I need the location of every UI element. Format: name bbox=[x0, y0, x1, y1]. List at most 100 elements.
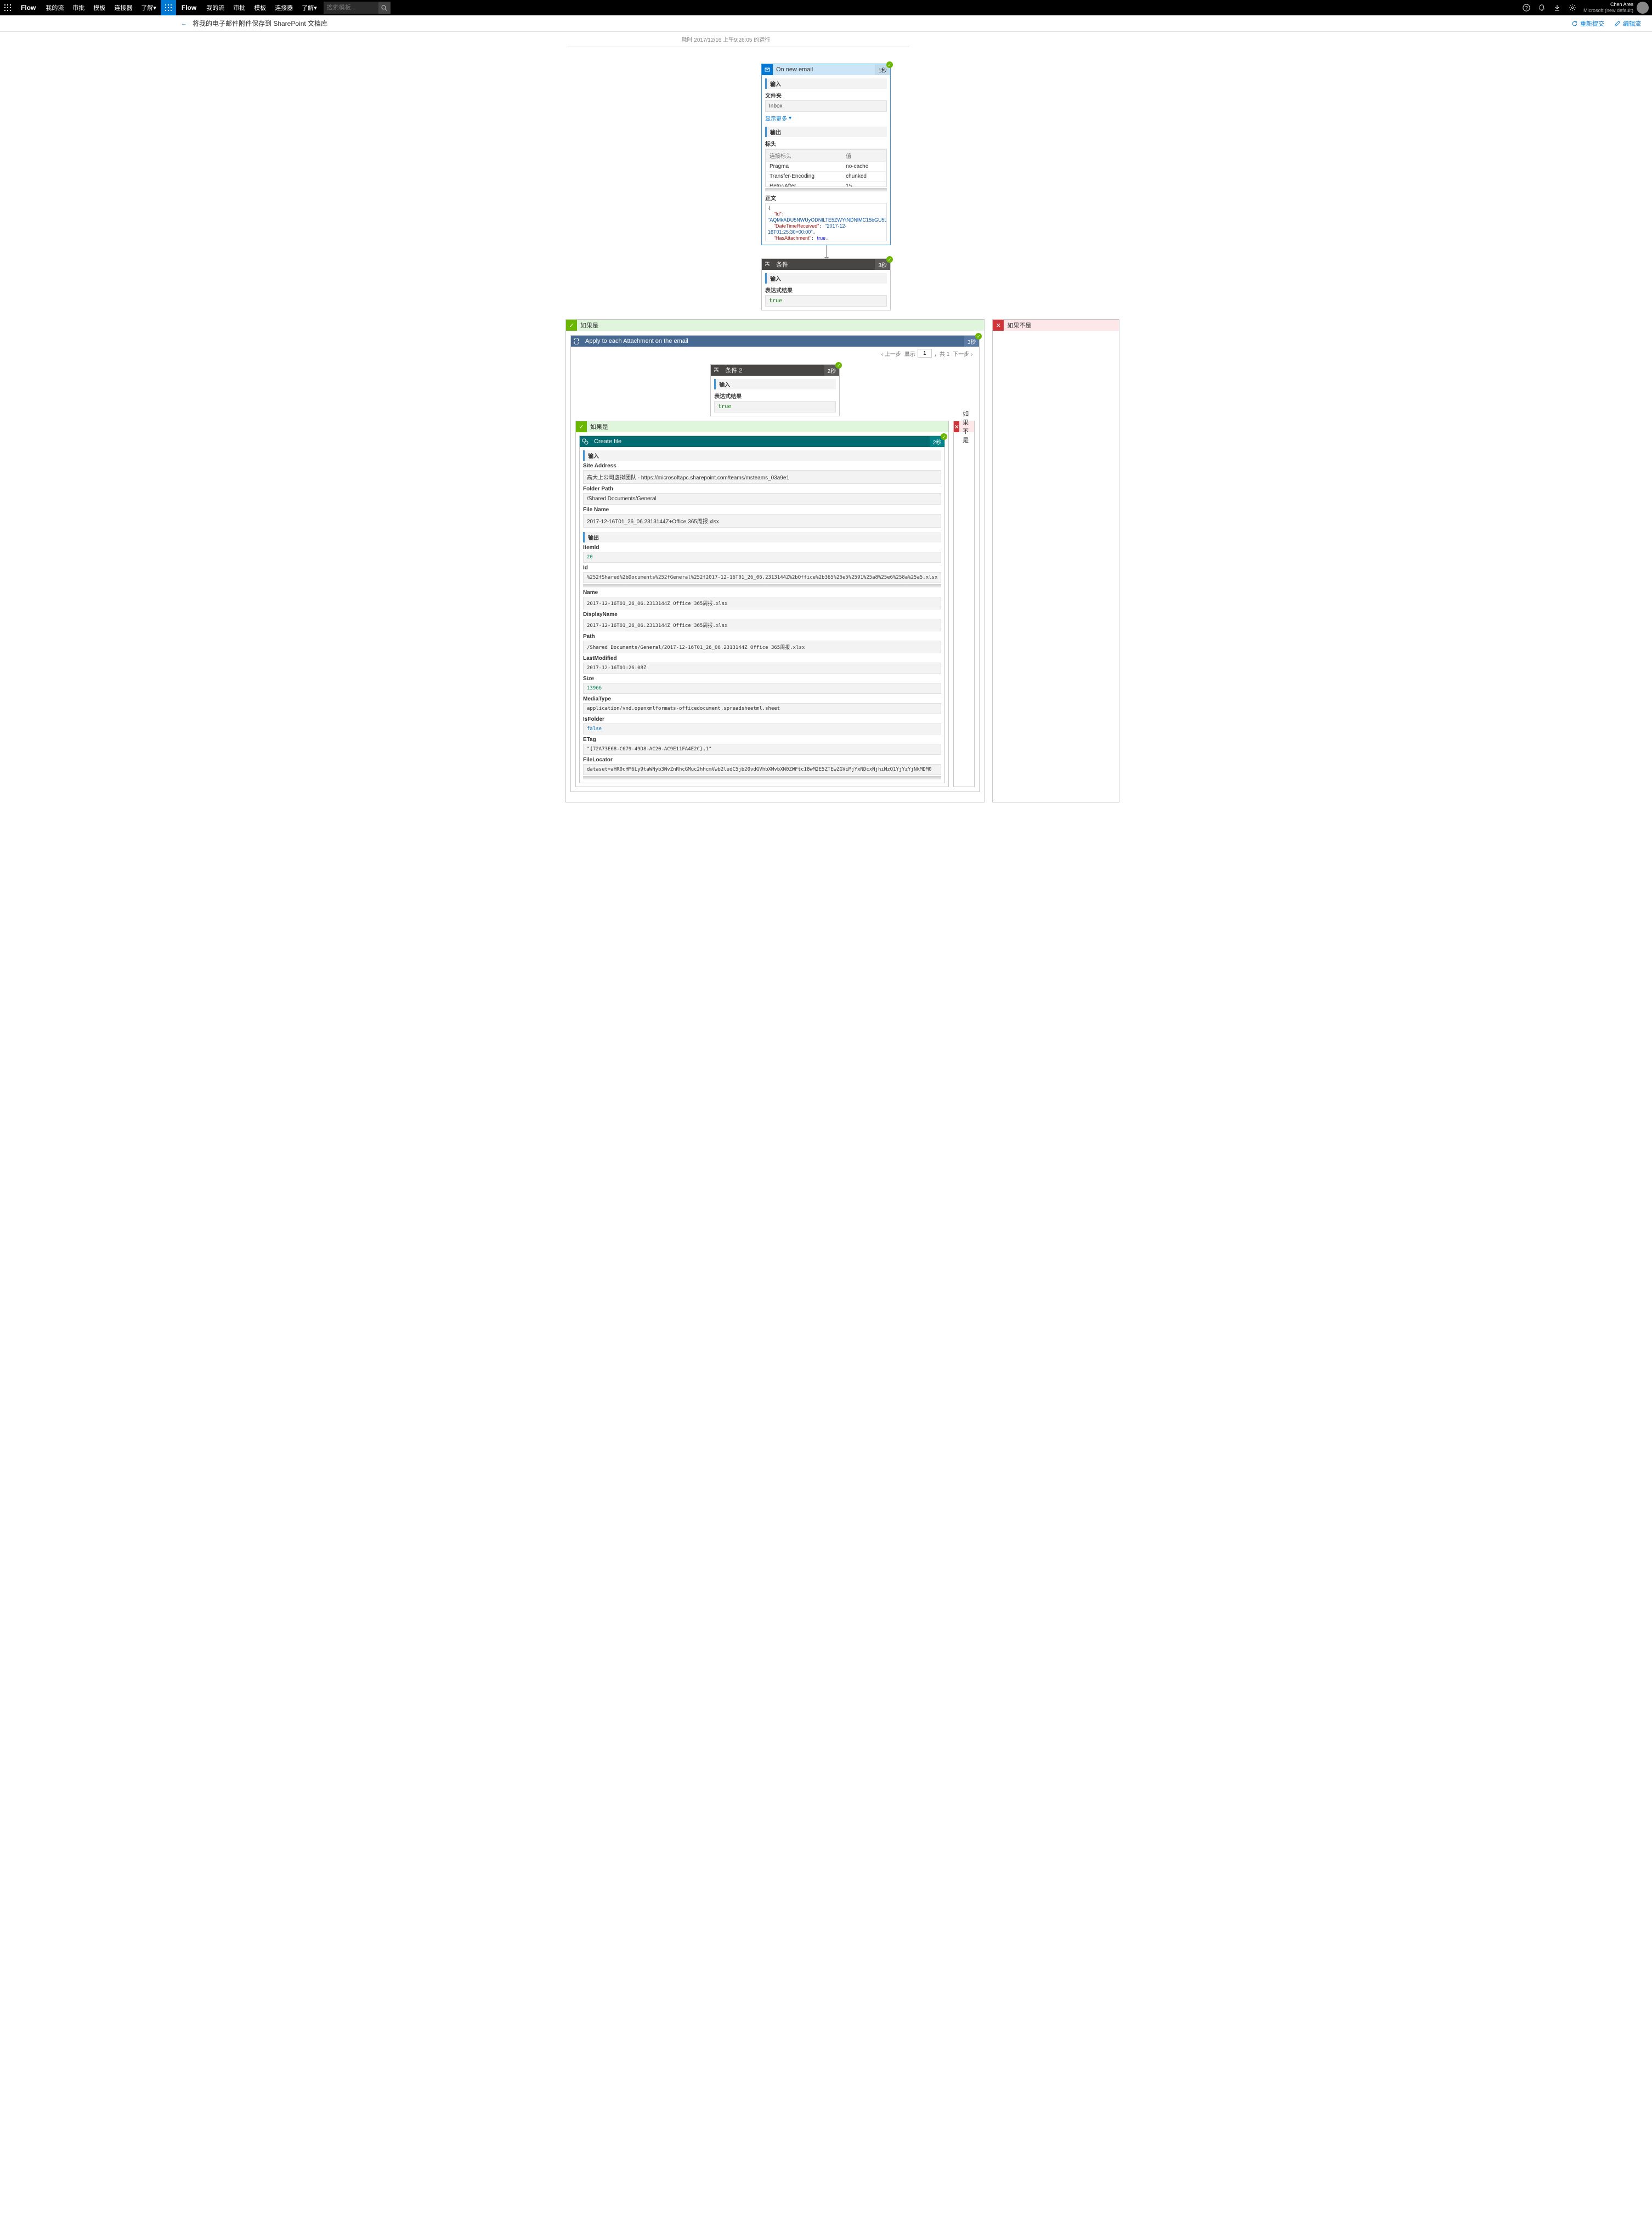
nav1-connectors[interactable]: 连接器 bbox=[110, 3, 137, 12]
run-timestamp: 耗时 2017/12/16 上午9:26:05 的运行 bbox=[568, 32, 909, 47]
nav2-templates[interactable]: 模板 bbox=[250, 3, 270, 12]
step-on-new-email[interactable]: ✓ On new email 1秒 输入 文件夹 Inbox 显示更多 ▾ 输出… bbox=[761, 64, 891, 245]
field-value: 高大上公司虚拟团队 - https://microsoftapc.sharepo… bbox=[583, 470, 941, 484]
breadcrumb-bar: ← 将我的电子邮件附件保存到 SharePoint 文档库 重新提交 编辑流 bbox=[0, 15, 1652, 32]
user-block: Chen Ares Microsoft (new default) bbox=[1580, 2, 1637, 14]
help-icon[interactable]: ? bbox=[1519, 0, 1534, 15]
condition-icon bbox=[711, 365, 722, 376]
nav2-approvals[interactable]: 审批 bbox=[229, 3, 250, 12]
connector-arrow bbox=[826, 245, 827, 258]
scroll-hint[interactable] bbox=[583, 584, 941, 587]
status-success-icon: ✓ bbox=[941, 433, 947, 440]
input-section: 输入 bbox=[583, 450, 941, 461]
check-icon: ✓ bbox=[566, 320, 577, 331]
scroll-hint[interactable] bbox=[765, 188, 887, 191]
scroll-hint[interactable] bbox=[583, 776, 941, 779]
step-condition-2[interactable]: ✓ 条件 2 2秒 输入 表达式结果 true bbox=[710, 364, 840, 416]
expr-label: 表达式结果 bbox=[765, 286, 887, 294]
settings-icon[interactable] bbox=[1565, 0, 1580, 15]
nav2-connectors[interactable]: 连接器 bbox=[270, 3, 297, 12]
nav1-templates[interactable]: 模板 bbox=[89, 3, 110, 12]
field-value: application/vnd.openxmlformats-officedoc… bbox=[583, 703, 941, 714]
waffle-icon-2[interactable] bbox=[161, 0, 176, 15]
loop-icon bbox=[571, 336, 582, 347]
search-button[interactable] bbox=[378, 2, 391, 14]
input-section: 输入 bbox=[714, 379, 836, 389]
field-value: 2017-12-16T01:26:08Z bbox=[583, 663, 941, 674]
input-section: 输入 bbox=[765, 78, 887, 89]
nav1-learn[interactable]: 了解▾ bbox=[137, 3, 161, 12]
pager-input[interactable] bbox=[918, 349, 932, 358]
pager-prev[interactable]: ‹ 上一步 bbox=[880, 349, 902, 358]
refresh-icon bbox=[1571, 20, 1578, 27]
field-label: FileLocator bbox=[583, 757, 941, 763]
pencil-icon bbox=[1614, 20, 1621, 27]
field-value: /Shared Documents/General/2017-12-16T01_… bbox=[583, 641, 941, 653]
step-title: Apply to each Attachment on the email bbox=[582, 338, 964, 344]
inner-if-no: ✕ 如果不是 bbox=[953, 421, 975, 787]
field-label: Size bbox=[583, 676, 941, 682]
pager-next[interactable]: 下一步 › bbox=[952, 349, 974, 358]
show-more-link[interactable]: 显示更多 ▾ bbox=[765, 114, 791, 122]
if-yes-branch: ✓ 如果是 ✓ Apply to each Attachment on the … bbox=[565, 319, 985, 802]
outlook-icon bbox=[762, 64, 773, 75]
inner-yes-header: ✓ 如果是 bbox=[576, 421, 948, 432]
field-label: DisplayName bbox=[583, 612, 941, 618]
nav1-approvals[interactable]: 审批 bbox=[68, 3, 89, 12]
folder-label: 文件夹 bbox=[765, 91, 887, 99]
field-label: MediaType bbox=[583, 696, 941, 702]
search-input[interactable] bbox=[324, 4, 378, 11]
step-condition[interactable]: ✓ 条件 3秒 输入 表达式结果 true bbox=[761, 258, 891, 310]
download-icon[interactable] bbox=[1549, 0, 1565, 15]
nav2-myflows[interactable]: 我的流 bbox=[202, 3, 229, 12]
field-value: 2017-12-16T01_26_06.2313144Z Office 365周… bbox=[583, 619, 941, 631]
body-json[interactable]: { "Id": "AQMkADU5NWUyODNlLTE5ZWYtNDNlMC1… bbox=[765, 203, 887, 241]
field-value: 20 bbox=[583, 552, 941, 563]
page-title: 将我的电子邮件附件保存到 SharePoint 文档库 bbox=[193, 19, 327, 28]
status-success-icon: ✓ bbox=[886, 256, 893, 263]
condition-icon bbox=[762, 259, 773, 270]
field-label: Folder Path bbox=[583, 486, 941, 492]
nav1-myflows[interactable]: 我的流 bbox=[41, 3, 68, 12]
field-value: "{72A73E68-C679-49D8-AC20-AC9E11FA4E2C},… bbox=[583, 744, 941, 755]
inner-if-yes: ✓ 如果是 ✓ Create file 2秒 bbox=[575, 421, 949, 787]
field-label: Id bbox=[583, 565, 941, 571]
global-header: Flow 我的流 审批 模板 连接器 了解▾ Flow 我的流 审批 模板 连接… bbox=[0, 0, 1652, 15]
notifications-icon[interactable] bbox=[1534, 0, 1549, 15]
field-value: 2017-12-16T01_26_06.2313144Z Office 365周… bbox=[583, 597, 941, 609]
edit-flow-button[interactable]: 编辑流 bbox=[1614, 19, 1641, 28]
status-success-icon: ✓ bbox=[835, 362, 842, 369]
status-success-icon: ✓ bbox=[975, 333, 982, 340]
output-section: 输出 bbox=[583, 532, 941, 542]
chevron-down-icon: ▾ bbox=[789, 115, 791, 121]
field-label: Path bbox=[583, 634, 941, 640]
headers-table: 连接标头值 Pragmano-cache Transfer-Encodingch… bbox=[766, 149, 886, 187]
step-title: Create file bbox=[591, 438, 930, 445]
pager: ‹ 上一步 显示 ，共 1 下一步 › bbox=[571, 347, 979, 360]
inner-no-header: ✕ 如果不是 bbox=[954, 421, 974, 432]
back-button[interactable]: ← bbox=[181, 20, 193, 27]
field-value: dataset=aHR0cHM6Ly9taWNyb3NvZnRhcGMuc2hh… bbox=[583, 764, 941, 775]
resubmit-button[interactable]: 重新提交 bbox=[1571, 19, 1604, 28]
search-icon bbox=[381, 5, 387, 11]
output-section: 输出 bbox=[765, 127, 887, 137]
field-value: false bbox=[583, 723, 941, 734]
nav2-learn[interactable]: 了解▾ bbox=[297, 3, 321, 12]
brand-1: Flow bbox=[15, 4, 41, 12]
search-box[interactable] bbox=[324, 2, 378, 14]
close-icon: ✕ bbox=[993, 320, 1004, 331]
table-row: Retry-After15 bbox=[766, 182, 886, 188]
close-icon: ✕ bbox=[954, 421, 959, 432]
sharepoint-icon bbox=[580, 436, 591, 447]
input-section: 输入 bbox=[765, 273, 887, 284]
step-apply-to-each[interactable]: ✓ Apply to each Attachment on the email … bbox=[570, 335, 980, 792]
step-create-file[interactable]: ✓ Create file 2秒 输入Site Address 高大上公司虚拟团… bbox=[579, 436, 945, 783]
table-row: Pragmano-cache bbox=[766, 162, 886, 172]
field-label: ItemId bbox=[583, 545, 941, 551]
avatar[interactable] bbox=[1637, 2, 1649, 14]
field-value: 2017-12-16T01_26_06.2313144Z+Office 365周… bbox=[583, 514, 941, 528]
headers-label: 标头 bbox=[765, 139, 887, 148]
waffle-icon[interactable] bbox=[0, 0, 15, 15]
if-yes-header: ✓ 如果是 bbox=[566, 320, 984, 331]
expr-value: true bbox=[765, 295, 887, 307]
